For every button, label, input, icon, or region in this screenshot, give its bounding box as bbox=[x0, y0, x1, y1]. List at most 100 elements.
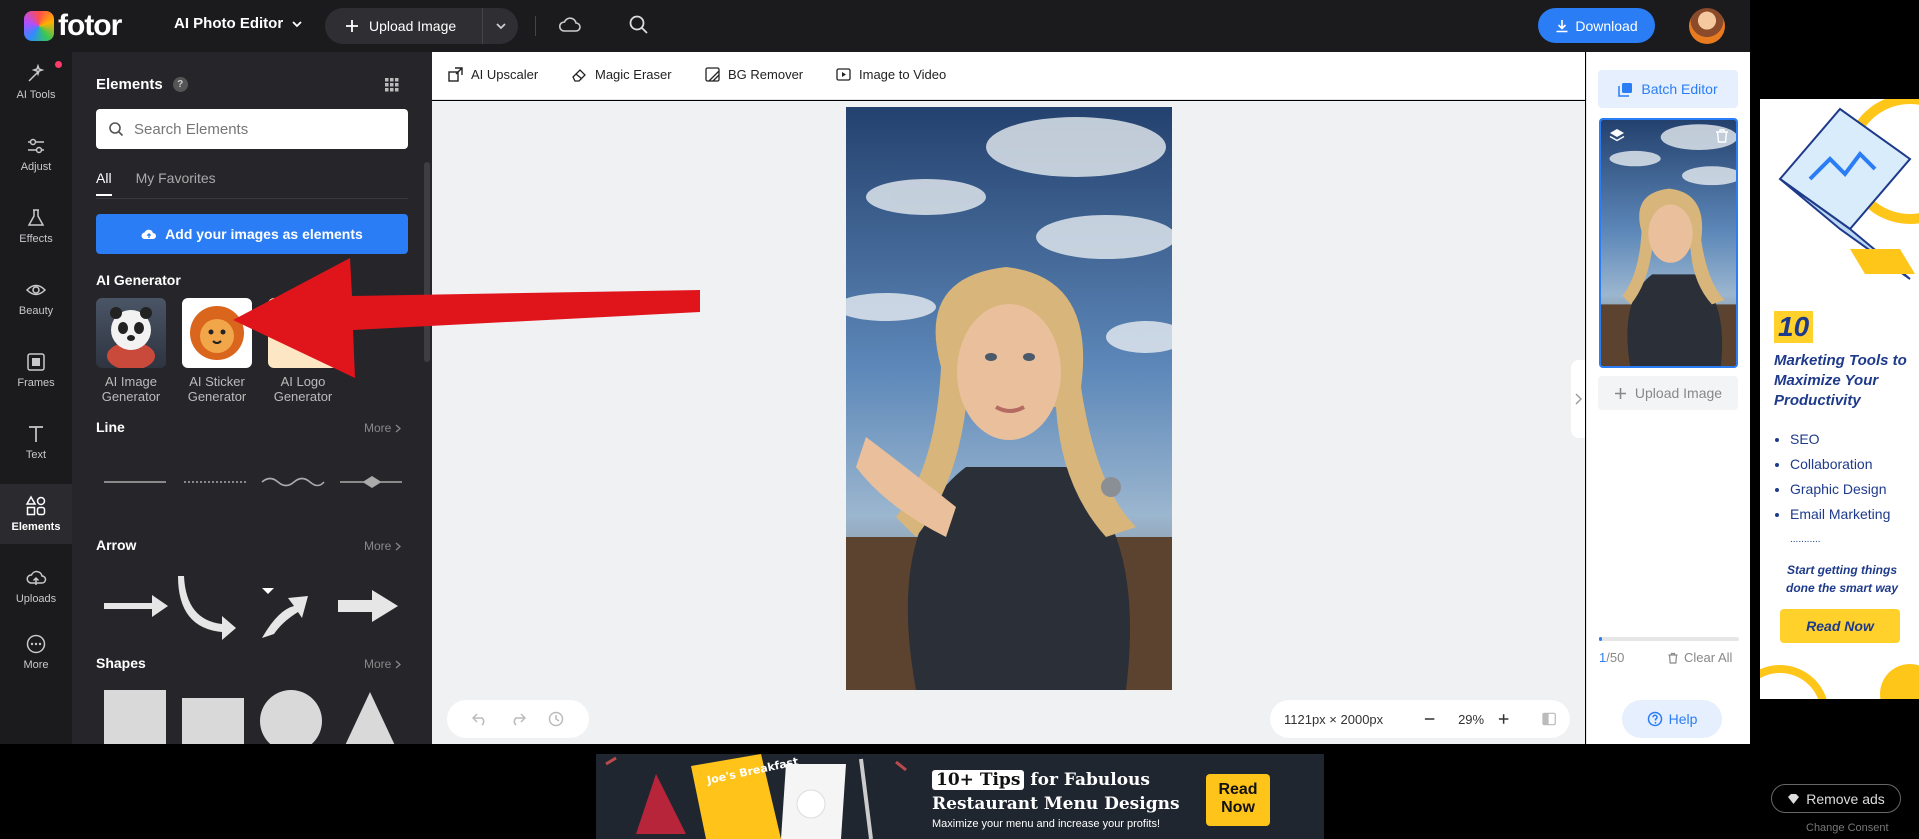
arrow-shapes-row[interactable] bbox=[102, 570, 412, 642]
user-avatar[interactable] bbox=[1689, 8, 1725, 44]
ad-read-now-button[interactable]: Read Now bbox=[1780, 609, 1900, 643]
help-icon[interactable]: ? bbox=[172, 77, 188, 92]
tool-label: AI Upscaler bbox=[471, 67, 539, 82]
page-quota-fill bbox=[1599, 637, 1602, 641]
canvas-photo[interactable] bbox=[846, 107, 1172, 690]
page-count: 1/50 bbox=[1599, 650, 1624, 665]
undo-icon[interactable] bbox=[472, 712, 488, 726]
flask-icon bbox=[27, 209, 45, 226]
rail-item-elements[interactable]: Elements bbox=[0, 484, 72, 544]
rail-item-frames[interactable]: Frames bbox=[0, 340, 72, 400]
shapes-more-link[interactable]: More bbox=[364, 657, 402, 671]
batch-icon bbox=[1618, 82, 1633, 97]
rail-item-text[interactable]: Text bbox=[0, 412, 72, 472]
upload-options-dropdown[interactable] bbox=[483, 20, 518, 32]
zoom-out-icon[interactable] bbox=[1423, 712, 1436, 726]
ad-bullet-list: SEO Collaboration Graphic Design Email M… bbox=[1790, 427, 1890, 552]
history-icon[interactable] bbox=[548, 711, 564, 727]
ai-upscaler-tool[interactable]: AI Upscaler bbox=[448, 67, 538, 82]
ad-tagline: Start getting things done the smart way bbox=[1785, 563, 1899, 595]
panel-tabs: All My Favorites bbox=[96, 170, 216, 196]
page-quota-bar bbox=[1599, 637, 1739, 641]
frame-icon bbox=[27, 353, 45, 371]
tab-all[interactable]: All bbox=[96, 170, 112, 196]
ad-headline: Marketing Tools to Maximize Your Product… bbox=[1774, 352, 1907, 409]
side-advertisement[interactable]: 10 Marketing Tools to Maximize Your Prod… bbox=[1760, 99, 1919, 699]
clear-all-button[interactable]: Clear All bbox=[1667, 650, 1732, 665]
page-count-total: /50 bbox=[1606, 650, 1625, 665]
ad-number: 10 bbox=[1774, 311, 1814, 343]
grid-view-icon[interactable] bbox=[385, 78, 399, 92]
rail-item-ai-tools[interactable]: AI Tools bbox=[0, 52, 72, 112]
eye-icon bbox=[25, 284, 47, 296]
bg-remover-tool[interactable]: BG Remover bbox=[705, 67, 803, 82]
chevron-right-icon bbox=[1575, 393, 1582, 405]
download-button[interactable]: Download bbox=[1538, 8, 1655, 43]
clear-all-label: Clear All bbox=[1684, 650, 1733, 665]
ad-bullet: ........... bbox=[1790, 534, 1821, 545]
upscale-icon bbox=[448, 67, 463, 82]
collapse-right-panel-handle[interactable] bbox=[1571, 360, 1585, 438]
add-images-as-elements-button[interactable]: Add your images as elements bbox=[96, 214, 408, 254]
redo-icon[interactable] bbox=[510, 712, 526, 726]
panel-title: Elements ? bbox=[96, 76, 188, 93]
trash-icon[interactable] bbox=[1714, 128, 1730, 144]
basic-shapes-row[interactable] bbox=[102, 688, 412, 744]
ai-image-generator-card[interactable]: AI Image Generator bbox=[96, 298, 166, 404]
toolbar-divider bbox=[535, 16, 536, 36]
line-styles-row[interactable] bbox=[102, 472, 402, 492]
ad-bullet: SEO bbox=[1790, 427, 1890, 452]
zoom-in-icon[interactable] bbox=[1497, 712, 1510, 726]
cloud-upload-icon bbox=[26, 570, 47, 585]
rail-item-effects[interactable]: Effects bbox=[0, 196, 72, 256]
help-label: Help bbox=[1668, 711, 1698, 727]
remove-ads-button[interactable]: Remove ads bbox=[1771, 784, 1901, 813]
remove-ads-label: Remove ads bbox=[1806, 790, 1885, 807]
batch-editor-button[interactable]: Batch Editor bbox=[1598, 70, 1738, 108]
chevron-right-icon bbox=[395, 542, 402, 550]
layers-icon[interactable] bbox=[1609, 128, 1625, 144]
ad-read-now-button[interactable]: Read Now bbox=[1206, 774, 1270, 826]
more-label: More bbox=[364, 539, 392, 553]
left-tool-rail: AI Tools Adjust Effects Beauty Frames Te… bbox=[0, 52, 72, 744]
canvas-toolbar: AI Upscaler Magic Eraser BG Remover Imag… bbox=[432, 52, 1585, 100]
fotor-logo-mark bbox=[24, 11, 54, 41]
image-to-video-tool[interactable]: Image to Video bbox=[836, 67, 946, 82]
app-switcher-dropdown[interactable]: AI Photo Editor bbox=[174, 15, 303, 32]
app-switcher-label: AI Photo Editor bbox=[174, 15, 284, 32]
bottom-banner-advertisement[interactable]: Joe's Breakfast 10+ Tips for Fabulous Re… bbox=[596, 754, 1324, 839]
line-more-link[interactable]: More bbox=[364, 421, 402, 435]
rail-label: Effects bbox=[19, 233, 53, 245]
rail-label: Uploads bbox=[15, 593, 57, 605]
plus-icon bbox=[1614, 387, 1626, 399]
cloud-icon[interactable] bbox=[558, 14, 582, 36]
page-thumbnail[interactable] bbox=[1599, 118, 1738, 368]
add-images-label: Add your images as elements bbox=[165, 226, 363, 242]
search-icon[interactable] bbox=[628, 14, 650, 36]
fotor-logo[interactable]: fotor bbox=[24, 9, 122, 43]
shapes-section-title: Shapes bbox=[96, 655, 146, 671]
upload-image-button[interactable]: Upload Image bbox=[325, 8, 483, 44]
rail-item-more[interactable]: More bbox=[0, 622, 72, 682]
search-elements-input[interactable] bbox=[134, 120, 394, 138]
split-view-icon[interactable] bbox=[1542, 712, 1556, 726]
help-button[interactable]: Help bbox=[1622, 700, 1722, 738]
rail-label: Text bbox=[25, 449, 47, 461]
magic-eraser-tool[interactable]: Magic Eraser bbox=[572, 67, 672, 82]
rail-item-adjust[interactable]: Adjust bbox=[0, 124, 72, 184]
ad-tip-tag: 10+ Tips bbox=[932, 770, 1025, 790]
rail-item-uploads[interactable]: Uploads bbox=[0, 556, 72, 616]
rail-label: More bbox=[23, 659, 49, 671]
right-pages-panel: Batch Editor Upload Image 1/50 Clear All bbox=[1586, 52, 1750, 744]
upload-image-page-button[interactable]: Upload Image bbox=[1598, 376, 1738, 410]
ai-image-generator-thumbnail bbox=[96, 298, 166, 368]
search-icon bbox=[109, 122, 124, 137]
tool-label: Image to Video bbox=[859, 67, 947, 82]
change-consent-link[interactable]: Change Consent bbox=[1806, 822, 1889, 834]
tab-my-favorites[interactable]: My Favorites bbox=[136, 170, 216, 196]
rail-item-beauty[interactable]: Beauty bbox=[0, 268, 72, 328]
zoom-level[interactable]: 29% bbox=[1458, 712, 1486, 727]
question-circle-icon bbox=[1647, 711, 1662, 727]
bg-remover-icon bbox=[705, 67, 720, 82]
arrow-more-link[interactable]: More bbox=[364, 539, 402, 553]
